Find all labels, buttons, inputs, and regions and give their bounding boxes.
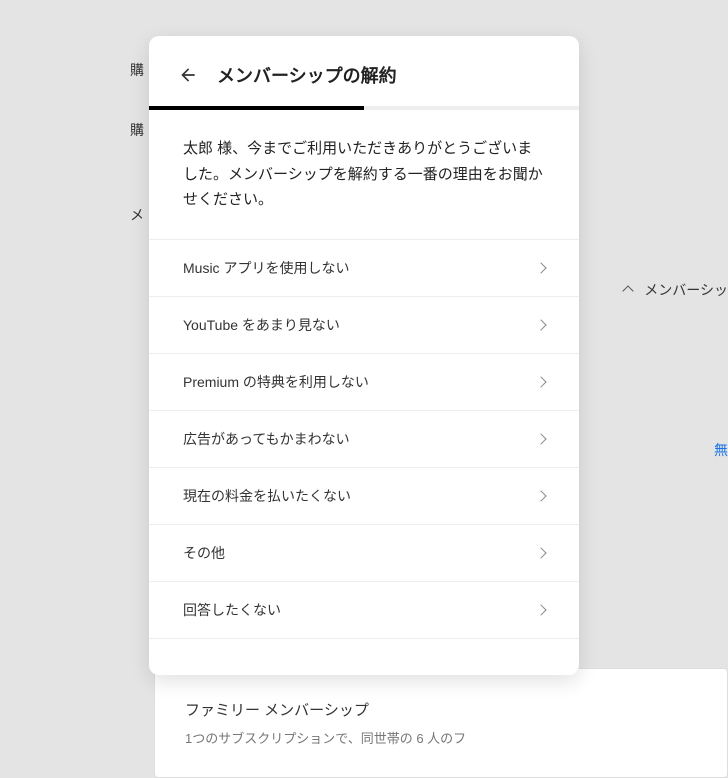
chevron-right-icon	[535, 319, 546, 330]
arrow-left-icon	[178, 65, 198, 85]
cancel-membership-modal: メンバーシップの解約 太郎 様、今までご利用いただきありがとうございました。メン…	[149, 36, 579, 675]
chevron-right-icon	[535, 547, 546, 558]
back-button[interactable]	[177, 64, 199, 86]
reason-item-music[interactable]: Music アプリを使用しない	[149, 239, 579, 296]
reason-label: 広告があってもかまわない	[183, 429, 350, 449]
modal-header: メンバーシップの解約	[149, 36, 579, 106]
reason-label: Premium の特典を利用しない	[183, 372, 369, 392]
reason-item-youtube[interactable]: YouTube をあまり見ない	[149, 296, 579, 353]
chevron-right-icon	[535, 490, 546, 501]
reason-item-other[interactable]: その他	[149, 524, 579, 581]
chevron-right-icon	[535, 376, 546, 387]
reason-label: Music アプリを使用しない	[183, 258, 349, 278]
modal-title: メンバーシップの解約	[217, 62, 397, 88]
chevron-right-icon	[535, 433, 546, 444]
reason-item-ads[interactable]: 広告があってもかまわない	[149, 410, 579, 467]
modal-message: 太郎 様、今までご利用いただきありがとうございました。メンバーシップを解約する一…	[149, 110, 579, 239]
reason-label: その他	[183, 543, 225, 563]
reason-label: 回答したくない	[183, 600, 281, 620]
reason-item-price[interactable]: 現在の料金を払いたくない	[149, 467, 579, 524]
modal-overlay: メンバーシップの解約 太郎 様、今までご利用いただきありがとうございました。メン…	[0, 0, 728, 740]
modal-bottom-spacer	[149, 639, 579, 675]
reason-item-no-answer[interactable]: 回答したくない	[149, 581, 579, 639]
reason-list: Music アプリを使用しない YouTube をあまり見ない Premium …	[149, 239, 579, 639]
footer-credit: Buzzword Inc.	[645, 708, 720, 722]
chevron-right-icon	[535, 604, 546, 615]
chevron-right-icon	[535, 262, 546, 273]
reason-label: YouTube をあまり見ない	[183, 315, 340, 335]
reason-label: 現在の料金を払いたくない	[183, 486, 351, 506]
reason-item-premium[interactable]: Premium の特典を利用しない	[149, 353, 579, 410]
